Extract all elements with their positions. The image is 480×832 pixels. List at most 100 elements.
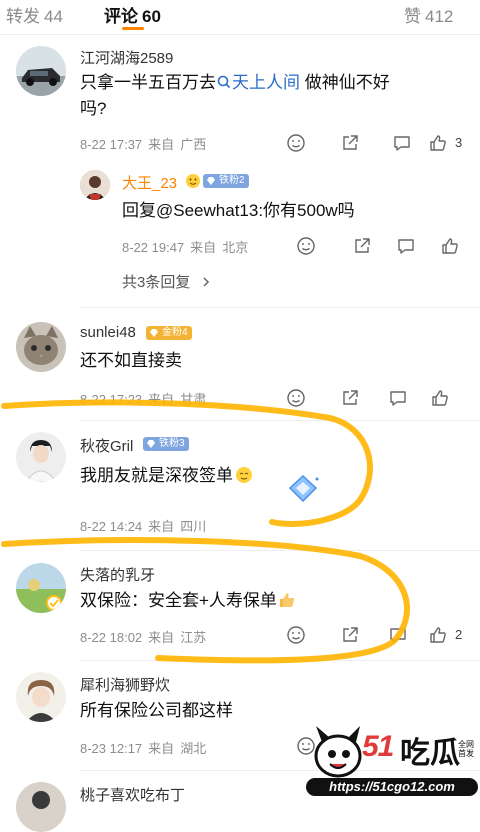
comment-text: 还不如直接卖 (80, 351, 182, 370)
tab-repost-count: 44 (44, 7, 63, 26)
comment-time: 8-23 12:17 (80, 741, 143, 756)
from-label: 来自 (148, 137, 175, 152)
watermark-url: https://51cgo12.com (306, 778, 478, 796)
comment-meta: 8-22 18:02 来自 江苏 (80, 627, 212, 646)
username[interactable]: sunlei48 (80, 324, 136, 341)
username[interactable]: 桃子喜欢吃布丁 (80, 784, 185, 805)
reaction-icon[interactable] (296, 236, 316, 256)
username[interactable]: 犀利海狮野炊 (80, 674, 170, 695)
comment-meta: 8-23 12:17 来自 湖北 (80, 738, 212, 757)
reply-location: 北京 (222, 240, 249, 255)
tab-comment-count: 60 (142, 7, 161, 26)
fan-badge: 铁粉3 (143, 437, 189, 451)
fan-badge: 铁粉2 (203, 174, 249, 188)
share-icon[interactable] (340, 133, 360, 153)
comment-text-part: 只拿一半五百万去 (80, 73, 216, 92)
topic-link[interactable]: 天上人间 (216, 73, 300, 92)
comment-divider (80, 307, 480, 308)
reply-username[interactable]: 大王_23 (122, 172, 177, 193)
diamond-sticker-icon (288, 474, 319, 503)
tab-like[interactable]: 赞 412 (404, 2, 453, 27)
emoji-icon (186, 174, 200, 188)
comment-text: 我朋友就是深夜签单 (80, 463, 253, 489)
diamond-icon (207, 177, 215, 185)
comment-time: 8-22 14:24 (80, 519, 143, 534)
avatar[interactable] (16, 782, 66, 832)
comment-icon[interactable] (392, 133, 412, 153)
reply-text: 回复@Seewhat13:你有500w吗 (122, 201, 355, 220)
person-avatar-icon (16, 782, 66, 832)
diamond-icon (147, 440, 155, 448)
like-icon[interactable] (440, 236, 460, 256)
like-count: 2 (455, 627, 463, 642)
reply-time: 8-22 19:47 (122, 240, 185, 255)
tab-comment-label: 评论 (104, 7, 138, 26)
car-avatar-icon (16, 46, 66, 96)
avatar[interactable] (16, 672, 66, 722)
search-icon (217, 75, 231, 89)
username[interactable]: 秋夜Gril (80, 435, 133, 456)
tab-repost[interactable]: 转发 44 (6, 2, 63, 27)
more-replies-link[interactable]: 共3条回复 (122, 271, 211, 292)
share-icon[interactable] (352, 236, 372, 256)
like-icon[interactable] (428, 625, 448, 645)
fan-badge: 金粉4 (146, 326, 192, 340)
comment-icon[interactable] (388, 388, 408, 408)
comment-text-part: 我朋友就是深夜签单 (80, 466, 233, 485)
reply-avatar[interactable] (80, 170, 110, 200)
comment-time: 8-22 17:23 (80, 392, 143, 407)
fan-badge-label: 铁粉2 (219, 175, 245, 186)
landscape-avatar-icon (16, 563, 66, 613)
from-label: 来自 (148, 519, 175, 534)
comment-text-part: 做神仙不好 (300, 73, 390, 92)
comment-location: 广西 (180, 137, 207, 152)
comment-location: 甘肃 (180, 392, 207, 407)
person-avatar-icon (80, 170, 110, 200)
avatar[interactable] (16, 322, 66, 372)
comment-text-line2: 吗? (80, 99, 107, 118)
reaction-icon[interactable] (286, 388, 306, 408)
tab-comment[interactable]: 评论 60 (104, 2, 161, 27)
like-count: 3 (455, 135, 463, 150)
reply-meta: 8-22 19:47 来自 北京 (122, 237, 254, 256)
comment-time: 8-22 18:02 (80, 630, 143, 645)
share-icon[interactable] (340, 625, 360, 645)
person-avatar-icon (16, 432, 66, 482)
comment-time: 8-22 17:37 (80, 137, 143, 152)
active-tab-indicator (122, 27, 144, 30)
reaction-icon[interactable] (286, 625, 306, 645)
fan-badge-label: 金粉4 (162, 327, 188, 338)
from-label: 来自 (148, 741, 175, 756)
thumbs-up-emoji-icon (279, 593, 295, 607)
watermark-number: 51 (362, 730, 394, 763)
avatar[interactable] (16, 432, 66, 482)
from-label: 来自 (190, 240, 217, 255)
emoji-icon (236, 467, 252, 483)
from-label: 来自 (148, 392, 175, 407)
username[interactable]: 江河湖海2589 (80, 47, 173, 68)
comment-icon[interactable] (388, 625, 408, 645)
tab-like-count: 412 (425, 7, 454, 26)
comment-meta: 8-22 14:24 来自 四川 (80, 516, 212, 535)
comment-icon[interactable] (396, 236, 416, 256)
topic-link-label: 天上人间 (232, 73, 300, 92)
comment-location: 湖北 (180, 741, 207, 756)
comment-meta: 8-22 17:23 来自 甘肃 (80, 389, 212, 408)
like-icon[interactable] (428, 133, 448, 153)
reaction-icon[interactable] (286, 133, 306, 153)
tabs-divider (0, 34, 480, 35)
comment-divider (80, 420, 480, 421)
avatar[interactable] (16, 46, 66, 96)
comment-text: 所有保险公司都这样 (80, 701, 233, 720)
from-label: 来自 (148, 630, 175, 645)
share-icon[interactable] (340, 388, 360, 408)
watermark-brand: 吃瓜 (400, 737, 460, 770)
chevron-right-icon (202, 277, 209, 287)
comment-text-part: 双保险：安全套+人寿保单 (80, 591, 277, 610)
like-icon[interactable] (430, 388, 450, 408)
avatar[interactable] (16, 563, 66, 613)
diamond-icon (150, 329, 158, 337)
username[interactable]: 失落的乳牙 (80, 564, 155, 585)
watermark-tag: 全网首发 (458, 740, 474, 758)
comment-meta: 8-22 17:37 来自 广西 (80, 134, 212, 153)
